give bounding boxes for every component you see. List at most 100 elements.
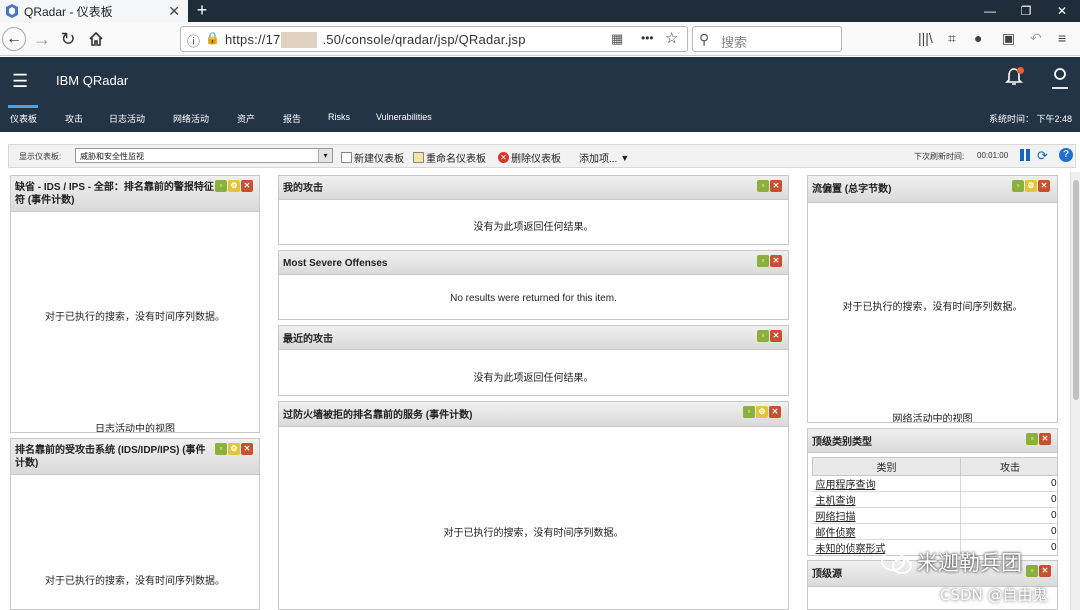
- screenshot-icon[interactable]: ⌗: [948, 30, 956, 47]
- category-table: 类别 攻击 应用程序查询 0 主机查询 0 网络扫描 0 邮件侦察 0 未知的侦察形式 0: [812, 457, 1057, 555]
- hamburger-menu-icon[interactable]: ☰: [12, 71, 28, 92]
- search-bar[interactable]: ⚲ 搜索: [692, 26, 842, 52]
- sidebar-icon[interactable]: ▣: [1002, 30, 1015, 47]
- scrollbar-thumb[interactable]: [1073, 180, 1079, 400]
- reload-button[interactable]: ↻: [56, 27, 80, 51]
- user-icon[interactable]: [1050, 67, 1072, 91]
- panel-message: 对于已执行的搜索，没有时间序列数据。: [45, 576, 225, 587]
- undo-icon[interactable]: ↶: [1030, 30, 1042, 47]
- panel-flow-bias: 流偏置 (总字节数) ▫ ⚙ ✕ 对于已执行的搜索，没有时间序列数据。 网络活动…: [807, 175, 1058, 423]
- rename-dashboard-button[interactable]: 重命名仪表板: [413, 150, 486, 165]
- page-scrollbar[interactable]: [1070, 172, 1080, 610]
- panel-controls: ▫ ✕: [757, 330, 782, 342]
- new-dashboard-button[interactable]: 新建仪表板: [341, 150, 404, 165]
- category-link[interactable]: 主机查询: [812, 491, 961, 508]
- close-icon[interactable]: ✕: [1039, 433, 1051, 445]
- dashboard-toolbar: 显示仪表板: 威胁和安全性监视 ▾ 新建仪表板 重命名仪表板 ✕ 删除仪表板 添…: [8, 144, 1076, 168]
- settings-icon[interactable]: ⚙: [228, 443, 240, 455]
- menu-icon[interactable]: ≡: [1058, 30, 1066, 46]
- minimize-icon[interactable]: —: [972, 0, 1008, 22]
- panel-controls: ▫ ⚙ ✕: [743, 406, 781, 418]
- address-bar[interactable]: ⓘ 🔒 https://17 .50/console/qradar/jsp/QRa…: [180, 26, 688, 52]
- restore-icon[interactable]: ❐: [1008, 0, 1044, 22]
- close-icon[interactable]: ✕: [1038, 180, 1050, 192]
- new-document-icon: [341, 152, 352, 163]
- forward-button[interactable]: →: [30, 27, 54, 51]
- show-dashboard-label: 显示仪表板:: [19, 152, 62, 161]
- close-icon[interactable]: ✕: [1039, 565, 1051, 577]
- tab-dashboard[interactable]: 仪表板: [10, 112, 37, 125]
- detach-icon[interactable]: ▫: [215, 180, 227, 192]
- category-link[interactable]: 应用程序查询: [812, 475, 961, 492]
- close-icon[interactable]: ✕: [241, 180, 253, 192]
- tab-assets[interactable]: 资产: [237, 112, 255, 125]
- close-icon[interactable]: ✕: [770, 180, 782, 192]
- column-header-offenses[interactable]: 攻击: [960, 457, 1057, 476]
- view-in-log-activity-link[interactable]: 日志活动中的视图: [11, 420, 259, 432]
- url-suffix: .50/console/qradar/jsp/QRadar.jsp: [322, 32, 526, 47]
- panel-header: 排名靠前的受攻击系统 (IDS/IDP/IPS) (事件计数) ▫ ⚙ ✕: [11, 439, 259, 475]
- tab-reports[interactable]: 报告: [283, 112, 301, 125]
- panel-title: 最近的攻击: [283, 334, 333, 345]
- panel-header: 最近的攻击 ▫ ✕: [279, 326, 788, 350]
- tab-vulnerabilities[interactable]: Vulnerabilities: [376, 112, 432, 122]
- close-window-icon[interactable]: ✕: [1044, 0, 1080, 22]
- panel-recent-offenses: 最近的攻击 ▫ ✕ 没有为此项返回任何结果。: [278, 325, 789, 396]
- category-link[interactable]: 邮件侦察: [812, 523, 961, 540]
- browser-tab-title: QRadar - 仪表板: [24, 4, 113, 19]
- settings-icon[interactable]: ⚙: [1025, 180, 1037, 192]
- panel-header: 我的攻击 ▫ ✕: [279, 176, 788, 200]
- info-icon[interactable]: ⓘ: [187, 31, 200, 50]
- notifications-bell-icon[interactable]: [1003, 67, 1025, 91]
- panel-title: 我的攻击: [283, 183, 323, 194]
- url-redaction: [281, 32, 317, 48]
- close-icon[interactable]: ✕: [241, 443, 253, 455]
- settings-icon[interactable]: ⚙: [756, 406, 768, 418]
- view-in-network-activity-link[interactable]: 网络活动中的视图: [808, 410, 1057, 422]
- detach-icon[interactable]: ▫: [743, 406, 755, 418]
- bookmark-star-icon[interactable]: ☆: [665, 29, 678, 47]
- new-tab-button[interactable]: +: [192, 0, 212, 22]
- detach-icon[interactable]: ▫: [757, 330, 769, 342]
- pause-icon[interactable]: [1020, 149, 1030, 161]
- next-refresh-label: 下次刷新时间:: [914, 152, 965, 161]
- column-header-category[interactable]: 类别: [812, 457, 961, 476]
- tab-network-activity[interactable]: 网络活动: [173, 112, 209, 125]
- panel-controls: ▫ ⚙ ✕: [215, 443, 253, 455]
- chat-icon[interactable]: ●: [974, 30, 982, 46]
- help-icon[interactable]: ?: [1059, 148, 1073, 162]
- detach-icon[interactable]: ▫: [757, 255, 769, 267]
- refresh-icon[interactable]: ⟳: [1037, 148, 1048, 164]
- panel-controls: ▫ ✕: [757, 255, 782, 267]
- detach-icon[interactable]: ▫: [1012, 180, 1024, 192]
- app-header: ☰ IBM QRadar: [0, 57, 1080, 105]
- home-button[interactable]: [84, 27, 108, 51]
- detach-icon[interactable]: ▫: [215, 443, 227, 455]
- library-icon[interactable]: |||\: [918, 30, 933, 46]
- delete-dashboard-button[interactable]: ✕ 删除仪表板: [498, 150, 561, 165]
- browser-tab[interactable]: QRadar - 仪表板 ✕: [0, 0, 188, 22]
- dashboard-select[interactable]: 威胁和安全性监视 ▾: [75, 148, 333, 163]
- detach-icon[interactable]: ▫: [1026, 565, 1038, 577]
- lock-icon: 🔒: [205, 31, 220, 45]
- dashboard-select-value: 威胁和安全性监视: [80, 152, 144, 161]
- close-icon[interactable]: ✕: [770, 330, 782, 342]
- close-icon[interactable]: ✕: [769, 406, 781, 418]
- tab-offenses[interactable]: 攻击: [65, 112, 83, 125]
- add-item-button[interactable]: 添加项... ▼: [579, 150, 629, 166]
- tab-log-activity[interactable]: 日志活动: [109, 112, 145, 125]
- category-link[interactable]: 网络扫描: [812, 507, 961, 524]
- back-button[interactable]: ←: [2, 27, 26, 51]
- panel-message: 没有为此项返回任何结果。: [473, 373, 594, 384]
- table-header-row: 类别 攻击: [812, 457, 1057, 476]
- close-icon[interactable]: ✕: [770, 255, 782, 267]
- panel-title: 顶级类别类型: [812, 437, 872, 448]
- qr-code-icon[interactable]: ▦: [611, 31, 623, 47]
- chevron-down-icon[interactable]: ▾: [318, 149, 332, 162]
- detach-icon[interactable]: ▫: [757, 180, 769, 192]
- detach-icon[interactable]: ▫: [1026, 433, 1038, 445]
- settings-icon[interactable]: ⚙: [228, 180, 240, 192]
- page-actions-button[interactable]: •••: [641, 31, 654, 45]
- tab-risks[interactable]: Risks: [328, 112, 350, 122]
- close-tab-icon[interactable]: ✕: [168, 3, 180, 20]
